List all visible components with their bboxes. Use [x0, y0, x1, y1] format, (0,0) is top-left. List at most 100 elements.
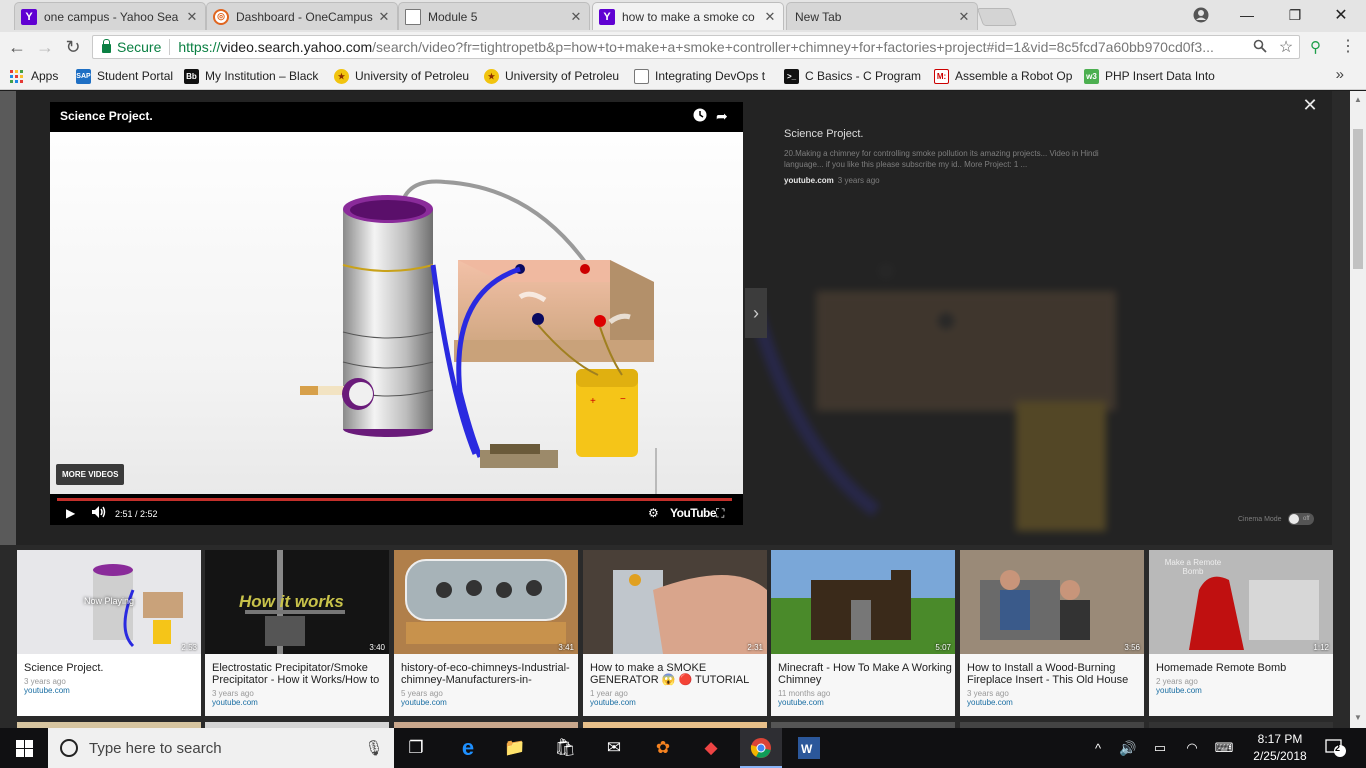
close-icon[interactable]: ✕ [957, 9, 971, 25]
close-window-button[interactable]: ✕ [1318, 0, 1364, 30]
windows-start-icon[interactable] [12, 736, 36, 760]
bookmark-devops[interactable]: Integrating DevOps t [634, 67, 774, 85]
clock-time: 8:17 PM [1257, 732, 1303, 746]
bookmark-apps[interactable]: Apps [10, 67, 58, 85]
scrollbar[interactable]: ▲ ▼ [1350, 91, 1366, 728]
tab-dashboard[interactable]: ◎ Dashboard - OneCampus ✕ [206, 2, 398, 30]
video-thumbnail: Now Playing 2:53 [17, 550, 201, 654]
card-age: 1 year ago [590, 689, 628, 698]
globe-icon: ◎ [213, 8, 229, 25]
bookmark-label: Student Portal [97, 69, 174, 83]
tab-smoke-controller[interactable]: Y how to make a smoke co ✕ [592, 2, 784, 30]
forward-arrow-icon[interactable]: → [34, 36, 56, 58]
bookmark-c-basics[interactable]: >_ C Basics - C Program [784, 67, 924, 85]
fullscreen-icon[interactable]: ⛶ [716, 506, 724, 521]
store-icon[interactable]: 🛍 [553, 736, 577, 760]
tab-new-tab[interactable]: New Tab ✕ [786, 2, 978, 30]
scroll-thumb[interactable] [1353, 129, 1363, 269]
video-player[interactable]: Science Project. ➦ + − MORE VIDEOS ▶ 2:5… [50, 102, 743, 525]
result-card[interactable]: How it works 3:40 Electrostatic Precipit… [205, 550, 389, 716]
edge-icon[interactable]: e [456, 735, 480, 760]
more-videos-button[interactable]: MORE VIDEOS [56, 464, 125, 485]
system-clock[interactable]: 8:17 PM 2/25/2018 [1248, 731, 1312, 765]
battery-icon[interactable]: ▭ [1148, 736, 1172, 760]
volume-icon[interactable] [92, 506, 106, 521]
result-card[interactable]: 5:07 Minecraft - How To Make A Working C… [771, 550, 955, 716]
git-icon[interactable]: ◆ [699, 736, 723, 760]
bookmark-university-2[interactable]: ★ University of Petroleu [484, 67, 622, 85]
scroll-down-icon[interactable]: ▼ [1353, 713, 1363, 722]
bookmark-php[interactable]: w3 PHP Insert Data Into [1084, 67, 1220, 85]
card-source: youtube.com [212, 698, 258, 707]
card-age: 11 months ago [778, 689, 831, 698]
duration-badge: 3:40 [369, 643, 385, 652]
cinema-mode-label: Cinema Mode [1238, 515, 1282, 523]
share-arrow-icon[interactable]: ➦ [716, 108, 728, 125]
science-project-illustration: + − [300, 179, 657, 494]
card-age: 3 years ago [24, 677, 66, 686]
keyboard-icon[interactable]: ⌨ [1212, 736, 1236, 760]
blurred-background-image [756, 263, 1116, 531]
microphone-icon[interactable]: 🎙 [362, 739, 386, 757]
tab-title: Dashboard - OneCampus [236, 9, 373, 24]
scroll-up-icon[interactable]: ▲ [1353, 95, 1363, 104]
close-overlay-button[interactable]: ✕ [1301, 96, 1319, 114]
result-card[interactable]: 2:31 How to make a SMOKE GENERATOR 😱 🔴 T… [583, 550, 767, 716]
card-age: 5 years ago [401, 689, 443, 698]
time-display: 2:51 / 2:52 [115, 509, 158, 519]
task-view-icon[interactable]: ❐ [404, 736, 428, 760]
next-video-chevron-icon[interactable]: › [745, 288, 767, 338]
menu-dots-icon[interactable]: ⋮ [1340, 36, 1356, 56]
result-card[interactable]: Now Playing 2:53 Science Project. 3 year… [17, 550, 201, 716]
progress-bar[interactable] [57, 498, 732, 501]
university-crest-icon: ★ [484, 68, 499, 84]
youtube-logo[interactable]: YouTube [670, 506, 717, 520]
volume-tray-icon[interactable]: 🔊 [1116, 736, 1140, 760]
mail-icon[interactable]: ✉ [602, 736, 626, 760]
zoom-search-icon[interactable] [1247, 39, 1273, 56]
address-bar[interactable]: Secure https://video.search.yahoo.com/se… [92, 35, 1300, 59]
play-icon[interactable]: ▶ [66, 506, 75, 520]
minimize-button[interactable]: — [1224, 0, 1270, 30]
reload-icon[interactable]: ↻ [62, 36, 84, 58]
result-card[interactable]: 3:56 How to Install a Wood-Burning Firep… [960, 550, 1144, 716]
cinema-mode-toggle[interactable]: off [1287, 513, 1314, 525]
search-placeholder: Type here to search [89, 739, 222, 757]
chevron-up-icon[interactable]: ^ [1086, 736, 1110, 760]
mheducation-icon: M: [934, 68, 949, 84]
card-source: youtube.com [967, 698, 1013, 707]
bookmark-label: Apps [31, 69, 59, 83]
notifications-icon[interactable]: 2 [1324, 736, 1348, 760]
taskbar-search[interactable]: Type here to search 🎙 [48, 728, 394, 768]
close-icon[interactable]: ✕ [377, 9, 391, 25]
bookmark-robot[interactable]: M: Assemble a Robot Op [934, 67, 1074, 85]
bookmark-student-portal[interactable]: SAP Student Portal [76, 67, 173, 85]
result-card[interactable]: 3:41 history-of-eco-chimneys-Industrial-… [394, 550, 578, 716]
tab-module-5[interactable]: Module 5 ✕ [398, 2, 590, 30]
info-source-site[interactable]: youtube.com [784, 176, 834, 185]
word-icon[interactable]: W [797, 736, 821, 760]
result-card[interactable]: Make a Remote Bomb 1:12 Homemade Remote … [1149, 550, 1333, 716]
restore-button[interactable]: ❐ [1272, 0, 1318, 30]
chrome-icon[interactable] [749, 736, 773, 760]
document-icon [634, 68, 649, 84]
new-tab-button[interactable] [976, 8, 1018, 26]
settings-gear-icon[interactable]: ⚙ [648, 506, 659, 520]
close-icon[interactable]: ✕ [569, 9, 583, 25]
close-icon[interactable]: ✕ [763, 9, 777, 25]
more-bookmarks-button[interactable]: » [1336, 66, 1344, 83]
xampp-icon[interactable]: ✿ [651, 736, 675, 760]
bookmark-blackboard[interactable]: Bb My Institution – Black [184, 67, 324, 85]
file-explorer-icon[interactable]: 📁 [503, 736, 527, 760]
extension-icon[interactable]: ⚲ [1310, 38, 1321, 56]
bookmark-university-1[interactable]: ★ University of Petroleu [334, 67, 472, 85]
info-age: 3 years ago [837, 176, 880, 185]
bookmark-star-icon[interactable]: ☆ [1273, 37, 1299, 57]
profile-icon[interactable] [1178, 0, 1224, 30]
watch-later-clock-icon[interactable] [693, 108, 707, 125]
bookmark-label: Assemble a Robot Op [955, 69, 1073, 83]
wifi-icon[interactable]: ◠ [1180, 736, 1204, 760]
tab-yahoo-search[interactable]: Y one campus - Yahoo Sea ✕ [14, 2, 206, 30]
close-icon[interactable]: ✕ [185, 9, 199, 25]
back-arrow-icon[interactable]: ← [6, 36, 28, 58]
